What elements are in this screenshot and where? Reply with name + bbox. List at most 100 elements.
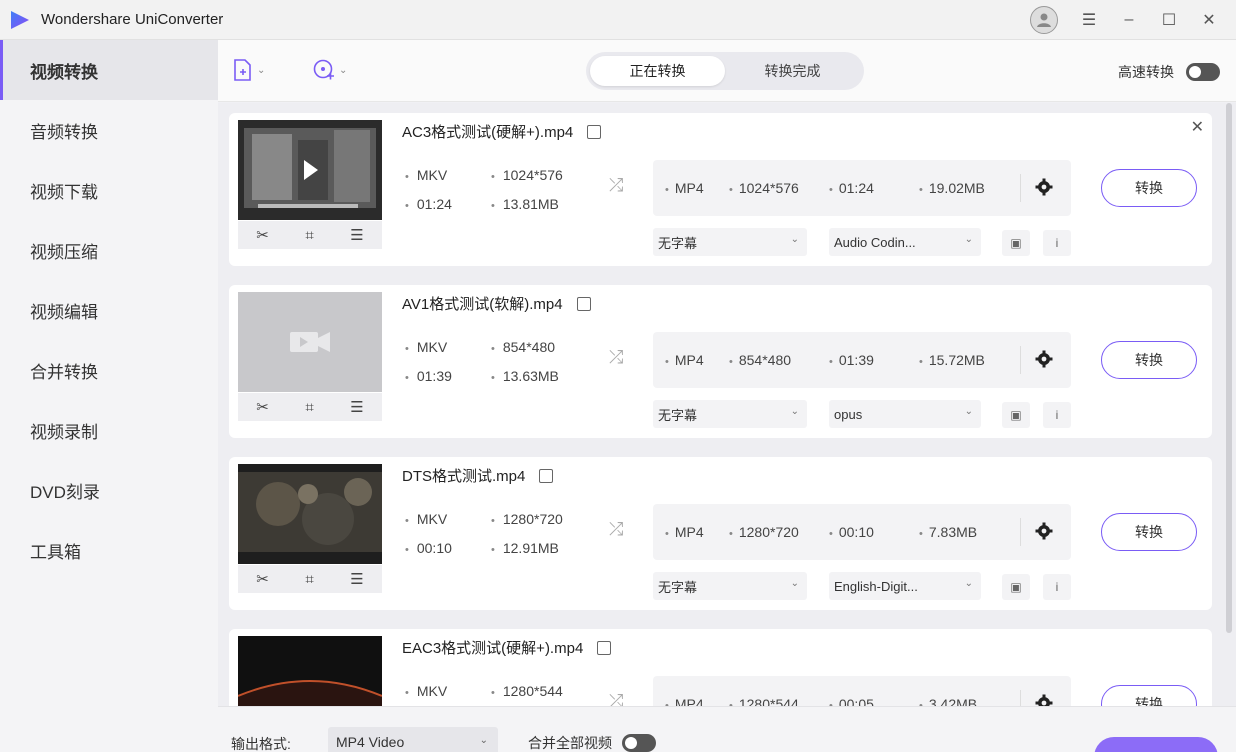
- source-duration: 01:24: [405, 196, 452, 212]
- shuffle-icon: ⤮: [609, 691, 624, 706]
- sidebar-item-toolbox[interactable]: 工具箱: [0, 520, 218, 580]
- chevron-down-icon: ⌄: [339, 64, 348, 76]
- remove-file-icon[interactable]: ✕: [1191, 117, 1204, 137]
- effects-icon[interactable]: ☰: [350, 570, 363, 588]
- merge-label: 合并全部视频: [528, 735, 612, 751]
- edit-name-icon[interactable]: [576, 296, 591, 311]
- gear-icon[interactable]: [1034, 693, 1054, 706]
- file-card: ✂ ⌗ ☰ DTS格式测试.mp4 MKV 1280*720 00:10 12.…: [229, 457, 1212, 610]
- audio-select[interactable]: opus ⌄: [829, 400, 981, 428]
- output-duration: 01:24: [829, 180, 874, 196]
- sidebar: 视频转换 音频转换 视频下载 视频压缩 视频编辑 合并转换 视频录制 DVD刻录…: [0, 40, 218, 752]
- convert-all-button[interactable]: [1094, 737, 1218, 752]
- tab-finished[interactable]: 转换完成: [725, 56, 860, 86]
- source-resolution: 1024*576: [491, 167, 563, 183]
- crop-icon[interactable]: ⌗: [305, 227, 313, 244]
- source-duration: 00:10: [405, 540, 452, 556]
- merge-toggle[interactable]: [622, 734, 656, 752]
- sidebar-item-audio-convert[interactable]: 音频转换: [0, 100, 218, 160]
- file-card: ✂ ⌗ ☰ AV1格式测试(软解).mp4 MKV 854*480 01:39 …: [229, 285, 1212, 438]
- compare-icon[interactable]: ▣: [1002, 574, 1030, 600]
- convert-button[interactable]: 转换: [1101, 341, 1197, 379]
- scissors-icon[interactable]: ✂: [256, 398, 269, 416]
- speed-toggle[interactable]: [1186, 63, 1220, 81]
- sidebar-item-video-convert[interactable]: 视频转换: [0, 40, 218, 100]
- close-button[interactable]: ✕: [1200, 11, 1218, 29]
- output-duration: 00:10: [829, 524, 874, 540]
- source-resolution: 1280*544: [491, 683, 563, 699]
- info-button[interactable]: i: [1043, 402, 1071, 428]
- gear-icon[interactable]: [1034, 349, 1054, 369]
- video-thumbnail[interactable]: [238, 292, 382, 392]
- compare-icon[interactable]: ▣: [1002, 230, 1030, 256]
- add-from-device-button[interactable]: ⌄: [312, 58, 347, 82]
- audio-select[interactable]: English-Digit... ⌄: [829, 572, 981, 600]
- add-file-button[interactable]: ⌄: [232, 58, 265, 82]
- chevron-down-icon: ⌄: [790, 578, 799, 589]
- output-format: MP4: [665, 352, 704, 368]
- file-list: ✂ ⌗ ☰ AC3格式测试(硬解+).mp4 MKV 1024*576 01:2…: [218, 103, 1236, 706]
- scissors-icon[interactable]: ✂: [256, 226, 269, 244]
- file-name: AV1格式测试(软解).mp4: [402, 296, 563, 313]
- convert-button[interactable]: 转换: [1101, 513, 1197, 551]
- audio-select[interactable]: Audio Codin... ⌄: [829, 228, 981, 256]
- output-format: MP4: [665, 180, 704, 196]
- app-title: Wondershare UniConverter: [41, 11, 224, 28]
- info-button[interactable]: i: [1043, 574, 1071, 600]
- edit-name-icon[interactable]: [587, 124, 602, 139]
- video-thumbnail[interactable]: [238, 464, 382, 564]
- scrollbar[interactable]: [1226, 103, 1232, 633]
- sidebar-item-merge[interactable]: 合并转换: [0, 340, 218, 400]
- output-resolution: 854*480: [729, 352, 791, 368]
- minimize-button[interactable]: –: [1120, 11, 1138, 29]
- sidebar-item-video-download[interactable]: 视频下载: [0, 160, 218, 220]
- source-format: MKV: [405, 339, 447, 355]
- video-thumbnail[interactable]: [238, 120, 382, 220]
- info-button[interactable]: i: [1043, 230, 1071, 256]
- subtitle-select[interactable]: 无字幕 ⌄: [653, 228, 807, 256]
- output-resolution: 1280*720: [729, 524, 799, 540]
- convert-button[interactable]: 转换: [1101, 169, 1197, 207]
- sidebar-item-dvd-burn[interactable]: DVD刻录: [0, 460, 218, 520]
- divider: [1020, 690, 1021, 706]
- speed-label: 高速转换: [1118, 64, 1174, 80]
- sidebar-item-record[interactable]: 视频录制: [0, 400, 218, 460]
- edit-name-icon[interactable]: [539, 468, 554, 483]
- audio-value: Audio Codin...: [834, 234, 916, 250]
- edit-name-icon[interactable]: [597, 640, 612, 655]
- chevron-down-icon: ⌄: [964, 234, 973, 245]
- gear-icon[interactable]: [1034, 177, 1054, 197]
- subtitle-value: 无字幕: [658, 235, 698, 251]
- effects-icon[interactable]: ☰: [350, 398, 363, 416]
- compare-icon[interactable]: ▣: [1002, 402, 1030, 428]
- sidebar-item-video-compress[interactable]: 视频压缩: [0, 220, 218, 280]
- scissors-icon[interactable]: ✂: [256, 570, 269, 588]
- add-disc-icon: [313, 59, 334, 80]
- add-file-icon: [234, 59, 251, 81]
- maximize-button[interactable]: ☐: [1160, 11, 1178, 29]
- effects-icon[interactable]: ☰: [350, 226, 363, 244]
- subtitle-value: 无字幕: [658, 407, 698, 423]
- shuffle-icon: ⤮: [609, 519, 624, 539]
- output-size: 19.02MB: [919, 180, 985, 196]
- shuffle-icon: ⤮: [609, 347, 624, 367]
- output-resolution: 1024*576: [729, 180, 799, 196]
- video-thumbnail[interactable]: [238, 636, 382, 706]
- sidebar-item-video-edit[interactable]: 视频编辑: [0, 280, 218, 340]
- divider: [1020, 346, 1021, 374]
- menu-icon[interactable]: ☰: [1080, 11, 1098, 29]
- output-format-select[interactable]: MP4 Video ⌄: [328, 727, 498, 752]
- crop-icon[interactable]: ⌗: [305, 571, 313, 588]
- thumbnail-tools: ✂ ⌗ ☰: [238, 565, 382, 593]
- file-card: ✂ ⌗ ☰ AC3格式测试(硬解+).mp4 MKV 1024*576 01:2…: [229, 113, 1212, 266]
- convert-button[interactable]: 转换: [1101, 685, 1197, 706]
- subtitle-select[interactable]: 无字幕 ⌄: [653, 572, 807, 600]
- output-duration: 00:05: [829, 696, 874, 706]
- account-icon[interactable]: [1030, 6, 1058, 34]
- subtitle-select[interactable]: 无字幕 ⌄: [653, 400, 807, 428]
- crop-icon[interactable]: ⌗: [305, 399, 313, 416]
- gear-icon[interactable]: [1034, 521, 1054, 541]
- output-size: 3.42MB: [919, 696, 977, 706]
- thumbnail-tools: ✂ ⌗ ☰: [238, 393, 382, 421]
- tab-converting[interactable]: 正在转换: [590, 56, 725, 86]
